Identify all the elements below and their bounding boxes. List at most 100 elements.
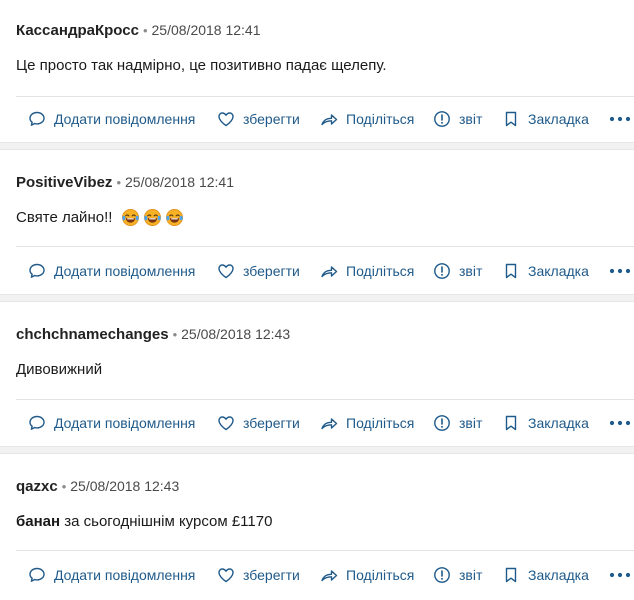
more-options-button[interactable] <box>608 104 634 134</box>
heart-icon <box>218 112 234 127</box>
comment-body: банан за сьогоднішнім курсом £1170 <box>16 511 272 531</box>
meta-separator: • <box>142 22 148 38</box>
report-button[interactable]: звіт <box>433 408 482 438</box>
bookmark-icon <box>505 263 517 279</box>
heart-icon <box>218 264 234 279</box>
save-label: зберегти <box>243 415 300 431</box>
comment-separator <box>0 294 634 302</box>
comment-separator <box>0 142 634 150</box>
more-dots-icon <box>609 268 631 274</box>
bookmark-icon <box>505 567 517 583</box>
comment-meta: PositiveVibez • 25/08/2018 12:41 <box>16 172 234 192</box>
more-dots-icon <box>609 420 631 426</box>
comment-author[interactable]: chchchnamechanges <box>16 326 169 343</box>
bookmark-icon <box>505 111 517 127</box>
report-button[interactable]: звіт <box>433 560 482 590</box>
comment-body: Дивовижний <box>16 359 102 379</box>
report-button[interactable]: звіт <box>433 256 482 286</box>
comment-actions: Додати повідомлення зберегти Поділіться … <box>0 256 634 286</box>
comment-text: Це просто так надмірно, це позитивно пад… <box>16 56 387 74</box>
comment-separator <box>0 446 634 454</box>
info-circle-icon <box>434 415 450 431</box>
laughing-crying-emoji <box>144 208 162 226</box>
share-button[interactable]: Поділіться <box>320 104 414 134</box>
info-circle-icon <box>434 111 450 127</box>
bookmark-icon <box>505 415 517 431</box>
save-button[interactable]: зберегти <box>217 256 300 286</box>
bookmark-button[interactable]: Закладка <box>502 104 589 134</box>
speech-bubble-icon <box>29 111 45 126</box>
more-dots-icon <box>609 572 631 578</box>
comment-timestamp: 25/08/2018 12:43 <box>70 478 180 494</box>
share-arrow-icon <box>321 114 338 126</box>
comment-timestamp: 25/08/2018 12:41 <box>151 22 261 38</box>
comment-body: Святе лайно!! <box>16 207 184 227</box>
meta-separator: • <box>116 174 121 190</box>
comment-text: за сьогоднішнім курсом £1170 <box>60 512 273 530</box>
save-label: зберегти <box>243 567 300 583</box>
comment-meta: КассандраКросс • 25/08/2018 12:41 <box>16 20 261 40</box>
share-arrow-icon <box>321 266 338 278</box>
bookmark-label: Закладка <box>528 263 589 279</box>
add-comment-button[interactable]: Додати повідомлення <box>28 256 195 286</box>
meta-separator: • <box>61 478 67 494</box>
speech-bubble-icon <box>29 415 45 430</box>
speech-bubble-icon <box>29 263 45 278</box>
add-comment-button[interactable]: Додати повідомлення <box>28 408 195 438</box>
comment-timestamp: 25/08/2018 12:43 <box>181 326 291 342</box>
add-comment-button[interactable]: Додати повідомлення <box>28 560 195 590</box>
save-button[interactable]: зберегти <box>217 104 300 134</box>
divider <box>16 399 634 400</box>
report-label: звіт <box>459 263 483 279</box>
share-arrow-icon <box>321 570 338 582</box>
laughing-crying-emoji <box>166 208 184 226</box>
comment: КассандраКросс • 25/08/2018 12:41 Це про… <box>0 0 634 142</box>
divider <box>16 246 634 247</box>
share-button[interactable]: Поділіться <box>320 408 414 438</box>
add-comment-button[interactable]: Додати повідомлення <box>28 104 195 134</box>
bookmark-label: Закладка <box>528 567 589 583</box>
divider <box>16 96 634 97</box>
share-label: Поділіться <box>346 415 415 431</box>
comment-author[interactable]: PositiveVibez <box>16 174 112 191</box>
add-comment-label: Додати повідомлення <box>54 415 196 431</box>
info-circle-icon <box>434 263 450 279</box>
comment-author[interactable]: qazxc <box>16 478 58 495</box>
more-options-button[interactable] <box>608 408 634 438</box>
save-label: зберегти <box>243 111 300 127</box>
save-button[interactable]: зберегти <box>217 408 300 438</box>
comment: chchchnamechanges • 25/08/2018 12:43 Див… <box>0 304 634 446</box>
bookmark-button[interactable]: Закладка <box>502 256 589 286</box>
more-dots-icon <box>609 116 631 122</box>
share-label: Поділіться <box>346 111 415 127</box>
share-label: Поділіться <box>346 263 415 279</box>
report-label: звіт <box>459 415 483 431</box>
comment-meta: chchchnamechanges • 25/08/2018 12:43 <box>16 324 290 344</box>
meta-separator: • <box>172 326 178 342</box>
comment-actions: Додати повідомлення зберегти Поділіться … <box>0 104 634 134</box>
more-options-button[interactable] <box>608 560 634 590</box>
comment-timestamp: 25/08/2018 12:41 <box>125 174 234 190</box>
bookmark-button[interactable]: Закладка <box>502 408 589 438</box>
share-label: Поділіться <box>346 567 415 583</box>
emoji-group <box>121 208 184 227</box>
bookmark-button[interactable]: Закладка <box>502 560 589 590</box>
add-comment-label: Додати повідомлення <box>54 263 196 279</box>
comment: PositiveVibez • 25/08/2018 12:41 Святе л… <box>0 152 634 294</box>
comment-actions: Додати повідомлення зберегти Поділіться … <box>0 408 634 438</box>
more-options-button[interactable] <box>608 256 634 286</box>
heart-icon <box>218 568 234 583</box>
comment-text: Святе лайно!! <box>16 208 113 226</box>
report-button[interactable]: звіт <box>433 104 482 134</box>
info-circle-icon <box>434 567 450 583</box>
save-button[interactable]: зберегти <box>217 560 300 590</box>
report-label: звіт <box>459 567 483 583</box>
comment-text: Дивовижний <box>16 360 103 378</box>
share-button[interactable]: Поділіться <box>320 560 414 590</box>
comment-text-bold: банан <box>16 512 61 530</box>
bookmark-label: Закладка <box>528 111 589 127</box>
comment: qazxc • 25/08/2018 12:43 банан за сьогод… <box>0 456 634 600</box>
share-arrow-icon <box>321 418 338 430</box>
share-button[interactable]: Поділіться <box>320 256 414 286</box>
comment-author[interactable]: КассандраКросс <box>16 22 139 39</box>
